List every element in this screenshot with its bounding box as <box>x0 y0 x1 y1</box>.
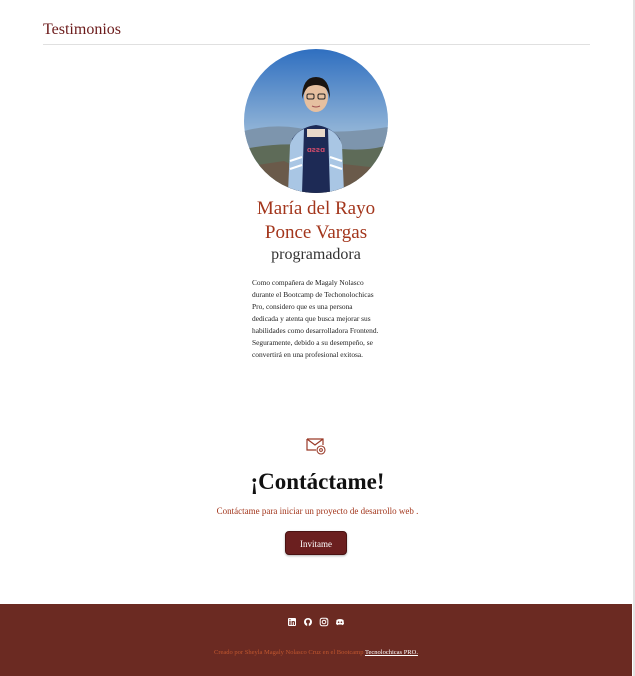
section-title: Testimonios <box>43 21 121 38</box>
footer-credit: Creado por Sheyla Magaly Nolasco Cruz en… <box>0 649 632 656</box>
invite-button[interactable]: Invitame <box>285 531 347 555</box>
credit-text: Creado por Sheyla Magaly Nolasco Cruz en… <box>214 649 365 656</box>
avatar: ɑƨƨɑ <box>244 49 388 193</box>
github-icon[interactable] <box>302 616 314 628</box>
instagram-icon[interactable] <box>318 616 330 628</box>
credit-link[interactable]: Tecnolochicas PRO. <box>365 649 418 656</box>
footer: Creado por Sheyla Magaly Nolasco Cruz en… <box>0 604 632 676</box>
contact-title: ¡Contáctame! <box>250 469 385 494</box>
avatar-photo: ɑƨƨɑ <box>244 49 388 193</box>
contact-subtitle: Contáctame para iniciar un proyecto de d… <box>216 506 419 516</box>
testimonial-quote: Como compañera de Magaly Nolasco durante… <box>252 278 379 359</box>
social-links <box>0 616 632 628</box>
section-divider <box>43 44 590 45</box>
testimonial-role: programadora <box>271 246 361 263</box>
discord-icon[interactable] <box>334 616 346 628</box>
envelope-at-icon <box>305 435 327 455</box>
name-line-1: María del Rayo <box>256 198 376 219</box>
svg-text:ɑƨƨɑ: ɑƨƨɑ <box>307 146 325 154</box>
testimonial-name: María del Rayo Ponce Vargas <box>216 197 416 245</box>
linkedin-icon[interactable] <box>286 616 298 628</box>
name-line-2: Ponce Vargas <box>264 222 368 243</box>
